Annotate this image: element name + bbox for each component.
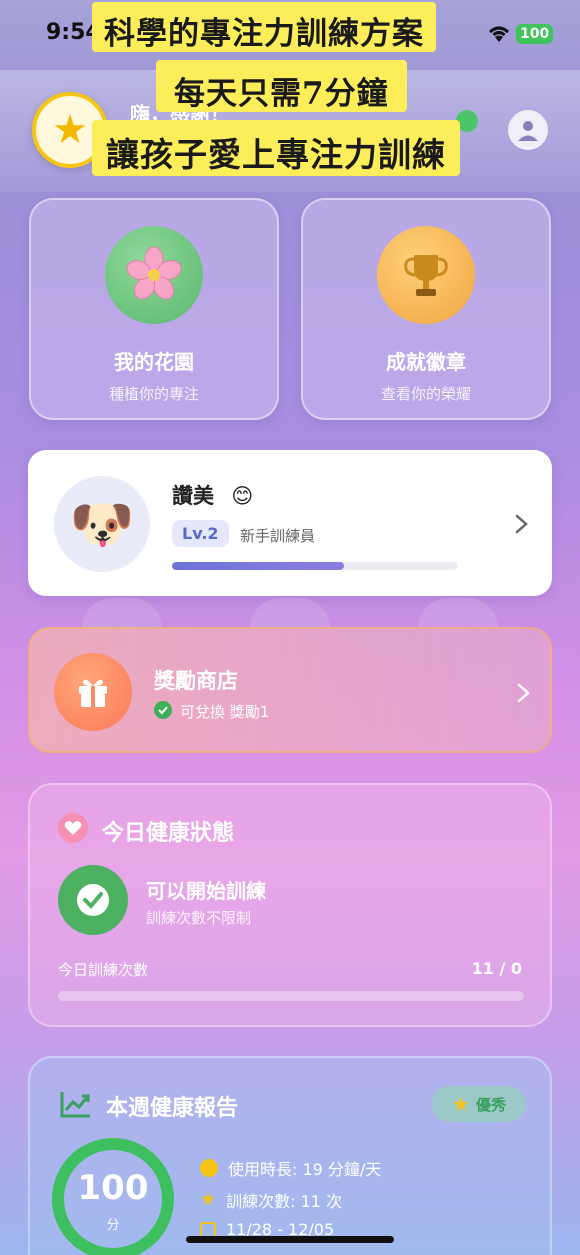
decorative-shape bbox=[250, 598, 330, 628]
wifi-icon bbox=[489, 26, 509, 42]
dog-face-icon: 🐶 bbox=[69, 494, 135, 555]
today-health-card: 今日健康狀態 可以開始訓練 訓練次數不限制 今日訓練次數 11 / 0 bbox=[28, 783, 552, 1027]
chevron-right-icon bbox=[517, 683, 530, 703]
my-garden-card[interactable]: 我的花園 種植你的專注 bbox=[29, 198, 279, 420]
level-rank: 新手訓練員 bbox=[240, 527, 316, 545]
training-count-value: 11 / 0 bbox=[471, 959, 522, 978]
weekly-report-title: 本週健康報告 bbox=[106, 1096, 239, 1121]
my-garden-title: 我的花園 bbox=[114, 350, 194, 374]
achievement-badges-subtitle: 查看你的榮耀 bbox=[380, 385, 471, 403]
xp-progress-bar bbox=[172, 562, 458, 570]
promo-headline-3: 讓孩子愛上專注力訓練 bbox=[92, 120, 460, 176]
health-status-title: 可以開始訓練 bbox=[146, 879, 266, 903]
achievement-badges-title: 成就徽章 bbox=[386, 350, 466, 374]
reward-shop-card[interactable]: 獎勵商店 可兌換 獎勵1 bbox=[28, 627, 552, 753]
promo-headline-1: 科學的專注力訓練方案 bbox=[92, 2, 436, 52]
battery-indicator: 100 bbox=[516, 24, 554, 44]
pet-avatar: 🐶 bbox=[54, 476, 150, 572]
trend-chart-icon bbox=[60, 1092, 90, 1118]
usage-stat: 使用時長: 19 分鐘/天 bbox=[200, 1156, 381, 1180]
reward-shop-status: 可兌換 獎勵1 bbox=[180, 703, 270, 721]
achievement-badges-card[interactable]: 成就徽章 查看你的榮耀 bbox=[301, 198, 551, 420]
chevron-right-icon bbox=[515, 514, 528, 534]
usage-stat-text: 使用時長: 19 分鐘/天 bbox=[228, 1160, 382, 1179]
rating-badge-text: 優秀 bbox=[475, 1095, 506, 1114]
training-count-bar bbox=[58, 991, 524, 1001]
check-circle-icon bbox=[154, 701, 172, 719]
star-icon: ★ bbox=[200, 1189, 217, 1210]
level-badge: Lv.2 bbox=[172, 520, 229, 547]
weekly-report-card[interactable]: 本週健康報告 ★ 優秀 100 分 使用時長: 19 分鐘/天 ★ 訓練次數: … bbox=[28, 1056, 552, 1255]
cherry-blossom-icon bbox=[126, 246, 182, 300]
reward-shop-title: 獎勵商店 bbox=[154, 669, 238, 693]
clock-icon bbox=[200, 1159, 218, 1177]
decorative-shape bbox=[82, 598, 162, 628]
rating-badge: ★ 優秀 bbox=[432, 1086, 526, 1122]
star-icon: ★ bbox=[52, 107, 88, 153]
shop-icon-circle bbox=[54, 653, 132, 731]
score-unit: 分 bbox=[106, 1218, 120, 1233]
badges-icon-circle bbox=[377, 226, 475, 324]
smile-icon: 😊 bbox=[231, 484, 254, 508]
health-title: 今日健康狀態 bbox=[102, 821, 235, 846]
star-icon: ★ bbox=[452, 1092, 470, 1116]
person-icon bbox=[518, 121, 538, 141]
training-count-label: 今日訓練次數 bbox=[58, 961, 149, 979]
sessions-stat: ★ 訓練次數: 11 次 bbox=[200, 1188, 342, 1212]
promo-headline-2: 每天只需7分鐘 bbox=[156, 60, 407, 112]
my-garden-subtitle: 種植你的專注 bbox=[108, 385, 199, 403]
profile-name: 讚美 😊 bbox=[172, 480, 253, 510]
profile-name-text: 讚美 bbox=[172, 484, 214, 508]
gift-icon bbox=[79, 679, 107, 707]
trophy-icon bbox=[404, 255, 448, 296]
profile-button[interactable] bbox=[508, 110, 548, 150]
health-status-subtitle: 訓練次數不限制 bbox=[146, 909, 252, 927]
decorative-shape bbox=[418, 598, 498, 628]
garden-icon-circle bbox=[105, 226, 203, 324]
home-indicator[interactable] bbox=[186, 1236, 394, 1243]
check-badge-icon bbox=[58, 865, 128, 935]
profile-level-card[interactable]: 🐶 讚美 😊 Lv.2 新手訓練員 bbox=[28, 450, 552, 596]
score-value: 100 bbox=[77, 1168, 149, 1208]
sessions-stat-text: 訓練次數: 11 次 bbox=[226, 1192, 343, 1211]
heart-icon bbox=[58, 813, 88, 843]
xp-progress-fill bbox=[172, 562, 344, 570]
